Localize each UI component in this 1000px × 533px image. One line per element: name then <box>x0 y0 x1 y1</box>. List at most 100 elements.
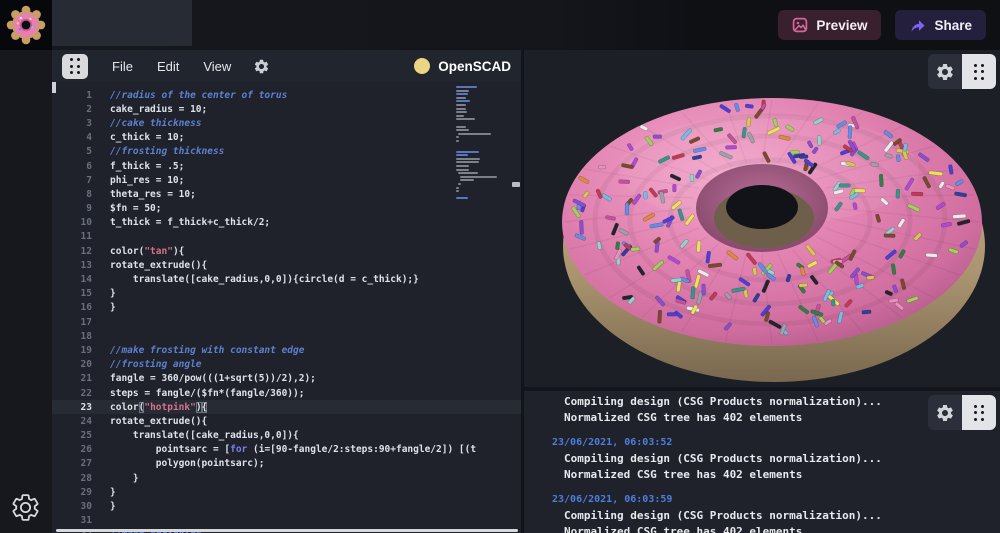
workspace-settings-button[interactable] <box>10 492 41 523</box>
code-line[interactable]: 1//radius of the center of torus <box>52 88 521 102</box>
code-line[interactable]: 8theta_res = 10; <box>52 187 521 201</box>
code-line[interactable]: 23color("hotpink"){ <box>52 400 521 414</box>
code-line[interactable]: 16} <box>52 301 521 315</box>
code-line[interactable]: 18 <box>52 329 521 343</box>
code-line[interactable]: 29} <box>52 485 521 499</box>
code-line[interactable]: 17 <box>52 315 521 329</box>
donut-gear-logo-icon <box>4 4 48 46</box>
line-text: //frosting angle <box>110 359 521 370</box>
viewport-drag-handle[interactable] <box>962 54 996 89</box>
line-text: } <box>110 288 521 299</box>
code-line[interactable]: 3//cake thickness <box>52 116 521 130</box>
line-number: 3 <box>52 118 92 129</box>
menu-view[interactable]: View <box>203 59 231 74</box>
console-entry: 23/06/2021, 06:03:52 Compiling design (CS… <box>552 436 1000 482</box>
code-line[interactable]: 5//frosting thickness <box>52 145 521 159</box>
line-text: rotate_extrude(){ <box>110 260 521 271</box>
editor-horizontal-scrollbar[interactable] <box>56 529 518 532</box>
code-line[interactable]: 14 translate([cake_radius,0,0]){circle(d… <box>52 272 521 286</box>
line-number: 22 <box>52 388 92 399</box>
drag-dots-icon <box>974 405 984 421</box>
code-area[interactable]: 1//radius of the center of torus2cake_ra… <box>52 82 521 533</box>
engine-status-dot <box>414 58 430 74</box>
console-message: Compiling design (CSG Products normaliza… <box>552 451 1000 467</box>
minimap-line <box>458 183 461 185</box>
code-line[interactable]: 2cake_radius = 10; <box>52 102 521 116</box>
scrollbar-thumb[interactable] <box>512 182 520 187</box>
minimap-line <box>456 187 459 189</box>
code-line[interactable]: 9$fn = 50; <box>52 202 521 216</box>
minimap-line <box>458 133 491 135</box>
drag-dots-icon <box>974 64 984 80</box>
code-line[interactable]: 6f_thick = .5; <box>52 159 521 173</box>
console-timestamp: 23/06/2021, 06:03:52 <box>552 436 1000 449</box>
code-line[interactable]: 20//frosting angle <box>52 358 521 372</box>
line-number: 31 <box>52 515 92 526</box>
code-line[interactable]: 13rotate_extrude(){ <box>52 258 521 272</box>
line-number: 26 <box>52 444 92 455</box>
code-line[interactable]: 12color("tan"){ <box>52 244 521 258</box>
share-button[interactable]: Share <box>895 10 986 40</box>
preview-button[interactable]: Preview <box>778 10 881 40</box>
preview-button-label: Preview <box>816 18 867 33</box>
code-line[interactable]: 25 translate([cake_radius,0,0]){ <box>52 429 521 443</box>
line-number: 7 <box>52 175 92 186</box>
code-line[interactable]: 31 <box>52 514 521 528</box>
editor-minimap[interactable] <box>456 86 510 201</box>
console-message: Compiling design (CSG Products normaliza… <box>552 508 1000 524</box>
code-line[interactable]: 22steps = fangle/($fn*(fangle/360)); <box>52 386 521 400</box>
menu-edit[interactable]: Edit <box>157 59 179 74</box>
menu-file[interactable]: File <box>112 59 133 74</box>
code-line[interactable]: 4c_thick = 10; <box>52 131 521 145</box>
minimap-line <box>456 118 475 120</box>
header-bar: Preview Share <box>0 0 1000 50</box>
code-line[interactable]: 27 polygon(pointsarc); <box>52 457 521 471</box>
line-text: t_thick = f_thick+c_thick/2; <box>110 217 521 228</box>
line-number: 4 <box>52 132 92 143</box>
code-line[interactable]: 21fangle = 360/pow(((1+sqrt(5))/2),2); <box>52 372 521 386</box>
console-settings-button[interactable] <box>928 395 962 430</box>
line-text: translate([cake_radius,0,0]){ <box>110 430 521 441</box>
line-number: 29 <box>52 487 92 498</box>
image-icon <box>792 17 808 33</box>
line-number: 19 <box>52 345 92 356</box>
code-line[interactable]: 15} <box>52 287 521 301</box>
code-line[interactable]: 11 <box>52 230 521 244</box>
code-line[interactable]: 28 } <box>52 471 521 485</box>
code-line[interactable]: 30} <box>52 499 521 513</box>
minimap-line <box>456 169 469 171</box>
minimap-line <box>456 108 466 110</box>
code-line[interactable]: 19//make frosting with constant edge <box>52 343 521 357</box>
console-timestamp: 23/06/2021, 06:03:45 <box>552 391 1000 392</box>
editor-settings-button[interactable] <box>253 58 270 75</box>
editor-vertical-scrollbar[interactable] <box>511 82 521 533</box>
minimap-line <box>456 111 467 113</box>
console-panel[interactable]: 23/06/2021, 06:03:45 Compiling design (CS… <box>524 391 1000 533</box>
line-number: 16 <box>52 302 92 313</box>
line-text: } <box>110 302 521 313</box>
minimap-line <box>456 104 466 106</box>
code-line[interactable]: 7phi_res = 10; <box>52 173 521 187</box>
minimap-line <box>456 140 459 142</box>
line-number: 25 <box>52 430 92 441</box>
line-number: 18 <box>52 331 92 342</box>
line-number: 24 <box>52 416 92 427</box>
left-scroll-thumb[interactable] <box>52 82 56 93</box>
viewport-canvas-donut-render[interactable] <box>524 50 1000 387</box>
line-number: 1 <box>52 90 92 101</box>
console-message: Normalized CSG tree has 402 elements <box>552 524 1000 533</box>
editor-drag-handle[interactable] <box>62 54 88 79</box>
settings-gear-icon <box>935 403 955 423</box>
minimap-line <box>456 97 466 99</box>
line-text: rotate_extrude(){ <box>110 416 521 427</box>
minimap-line <box>456 161 479 163</box>
console-drag-handle[interactable] <box>962 395 996 430</box>
code-line[interactable]: 26 pointsarc = [for (i=[90-fangle/2:step… <box>52 443 521 457</box>
code-line[interactable]: 10t_thick = f_thick+c_thick/2; <box>52 216 521 230</box>
minimap-line <box>456 122 510 126</box>
editor-tab[interactable] <box>52 0 192 46</box>
code-line[interactable]: 24 rotate_extrude(){ <box>52 414 521 428</box>
minimap-line <box>456 115 464 117</box>
viewport-settings-button[interactable] <box>928 54 962 89</box>
app-logo[interactable] <box>0 0 52 50</box>
